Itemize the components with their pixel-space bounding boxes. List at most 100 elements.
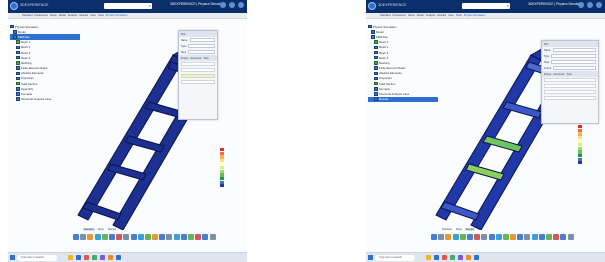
toolbar-tool-icon[interactable] — [188, 234, 194, 240]
menu-item[interactable]: Results — [79, 14, 88, 17]
taskbar-app-icon[interactable] — [442, 255, 447, 260]
table-row[interactable] — [544, 78, 596, 82]
tab-results[interactable]: Results — [464, 228, 475, 231]
taskbar-app-icon[interactable] — [450, 255, 455, 260]
toolbar-tool-icon[interactable] — [202, 234, 209, 240]
toolbar-tool-icon[interactable] — [466, 234, 473, 240]
search-input[interactable]: ⌕ — [104, 3, 152, 9]
windows-start-icon[interactable] — [10, 255, 15, 260]
table-row[interactable] — [181, 62, 215, 66]
name-field[interactable] — [189, 38, 215, 42]
table-row[interactable] — [544, 96, 596, 100]
compass-icon[interactable] — [368, 2, 376, 10]
menu-item[interactable]: Tools — [98, 14, 104, 17]
toolbar-tool-icon[interactable] — [553, 234, 560, 240]
toolbar-tool-icon[interactable] — [137, 234, 144, 240]
step-dropdown[interactable] — [188, 50, 215, 54]
taskbar-app-icon[interactable] — [68, 255, 73, 260]
name-field[interactable] — [552, 48, 596, 52]
step-dropdown[interactable] — [551, 60, 596, 64]
help-icon[interactable] — [596, 2, 602, 8]
toolbar-tool-icon[interactable] — [116, 234, 123, 240]
toolbar-tool-icon[interactable] — [531, 234, 538, 240]
user-icon[interactable] — [220, 2, 226, 8]
plot-dialog[interactable]: Plot Name Type Step Frame Increment Time — [178, 30, 218, 120]
toolbar-tool-icon[interactable] — [101, 234, 108, 240]
menu-item[interactable]: Standard — [22, 14, 33, 17]
toolbar-tool-icon[interactable] — [166, 234, 173, 240]
toolbar-tool-icon[interactable] — [538, 234, 545, 240]
menu-item[interactable]: Standard — [380, 14, 391, 17]
toolbar-tool-icon[interactable] — [180, 234, 187, 240]
tab-results[interactable]: Results — [107, 228, 117, 231]
toolbar-tool-icon[interactable] — [452, 234, 459, 240]
taskbar-app-icon[interactable] — [76, 255, 81, 260]
compass-icon[interactable] — [10, 2, 18, 10]
toolbar-tool-icon[interactable] — [80, 234, 87, 240]
menu-item[interactable]: Analysis — [68, 14, 78, 17]
menu-item[interactable]: Analysis — [426, 14, 436, 17]
taskbar-app-icon[interactable] — [108, 255, 113, 260]
toolbar-tool-icon[interactable] — [73, 234, 79, 240]
toolbar-tool-icon[interactable] — [495, 234, 502, 240]
toolbar-tool-icon[interactable] — [524, 234, 531, 240]
menu-item[interactable]: Setup — [408, 14, 415, 17]
taskbar-search-input[interactable]: Type here to search — [17, 255, 57, 261]
toolbar-tool-icon[interactable] — [546, 234, 552, 240]
type-dropdown[interactable] — [551, 54, 596, 58]
taskbar-app-icon[interactable] — [466, 255, 471, 260]
taskbar-app-icon[interactable] — [426, 255, 431, 260]
toolbar-tool-icon[interactable] — [152, 234, 159, 240]
toolbar-tool-icon[interactable] — [502, 234, 509, 240]
search-input[interactable]: ⌕ — [462, 3, 510, 9]
taskbar-app-icon[interactable] — [84, 255, 89, 260]
menu-item[interactable]: Physics Simulation — [464, 14, 486, 17]
taskbar-app-icon[interactable] — [116, 255, 121, 260]
tab-setup[interactable]: Setup — [97, 228, 105, 231]
taskbar-app-icon[interactable] — [92, 255, 97, 260]
menu-item[interactable]: Tools — [456, 14, 462, 17]
table-row[interactable] — [181, 80, 215, 84]
menu-item[interactable]: Physics Simulation — [106, 14, 128, 17]
menu-item[interactable]: Results — [437, 14, 446, 17]
search-icon[interactable]: ⌕ — [149, 3, 151, 9]
taskbar-app-icon[interactable] — [474, 255, 479, 260]
search-icon[interactable]: ⌕ — [507, 3, 509, 9]
toolbar-tool-icon[interactable] — [173, 234, 180, 240]
share-icon[interactable] — [229, 2, 235, 8]
menu-item[interactable]: View — [90, 14, 96, 17]
toolbar-tool-icon[interactable] — [517, 234, 524, 240]
menu-item[interactable]: Parameters — [35, 14, 48, 17]
toolbar-tool-icon[interactable] — [445, 234, 452, 240]
windows-start-icon[interactable] — [368, 255, 373, 260]
tab-standard[interactable]: Standard — [83, 228, 95, 231]
taskbar-app-icon[interactable] — [434, 255, 439, 260]
table-row[interactable] — [181, 68, 215, 72]
toolbar-tool-icon[interactable] — [474, 234, 481, 240]
toolbar-tool-icon[interactable] — [488, 234, 495, 240]
toolbar-tool-icon[interactable] — [195, 234, 202, 240]
taskbar-app-icon[interactable] — [100, 255, 105, 260]
toolbar-tool-icon[interactable] — [123, 234, 130, 240]
menu-item[interactable]: View — [448, 14, 454, 17]
taskbar-search-input[interactable]: Type here to search — [375, 255, 415, 261]
toolbar-tool-icon[interactable] — [510, 234, 517, 240]
plot-dialog[interactable]: Plot Name Type Step Frame Frame Incremen… — [541, 40, 599, 124]
toolbar-tool-icon[interactable] — [108, 234, 115, 240]
toolbar-tool-icon[interactable] — [144, 234, 151, 240]
toolbar-tool-icon[interactable] — [209, 234, 216, 240]
tab-setup[interactable]: Setup — [455, 228, 463, 231]
menu-item[interactable]: Setup — [50, 14, 57, 17]
toolbar-tool-icon[interactable] — [87, 234, 94, 240]
toolbar-tool-icon[interactable] — [459, 234, 466, 240]
toolbar-tool-icon[interactable] — [438, 234, 445, 240]
toolbar-tool-icon[interactable] — [94, 234, 101, 240]
toolbar-tool-icon[interactable] — [481, 234, 488, 240]
toolbar-tool-icon[interactable] — [560, 234, 567, 240]
help-icon[interactable] — [238, 2, 244, 8]
menu-item[interactable]: Model — [417, 14, 424, 17]
frame-dropdown[interactable] — [553, 66, 596, 70]
user-icon[interactable] — [578, 2, 584, 8]
toolbar-tool-icon[interactable] — [567, 234, 574, 240]
toolbar-tool-icon[interactable] — [159, 234, 166, 240]
